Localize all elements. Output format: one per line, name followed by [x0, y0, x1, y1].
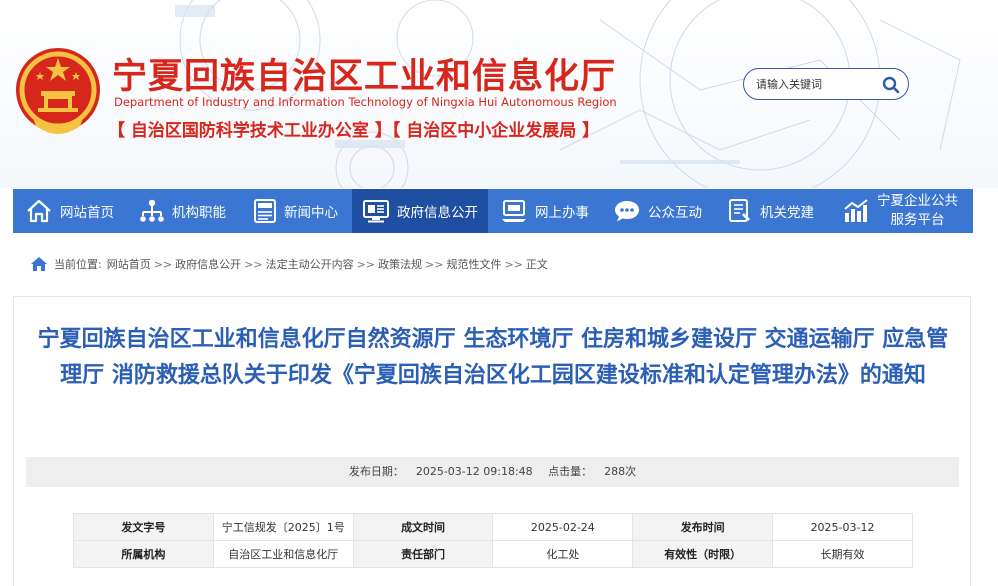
nav-item-online-service[interactable]: 网上办事 [488, 189, 601, 233]
article-title: 宁夏回族自治区工业和信息化厅自然资源厅 生态环境厅 住房和城乡建设厅 交通运输厅… [37, 327, 949, 388]
table-value: 2025-02-24 [492, 513, 634, 541]
document-icon [729, 199, 750, 222]
computer-service-icon [502, 200, 526, 222]
site-sub-orgs: 【 自治区国防科学技术工业办公室 】【 自治区中小企业发展局 】 [108, 121, 600, 141]
click-count: 288次 [604, 465, 637, 478]
breadcrumb-link[interactable]: 法定主动公开内容 [266, 256, 354, 272]
nav-item-label: 宁夏企业公共 服务平台 [877, 192, 958, 230]
nav-item-label: 新闻中心 [284, 205, 338, 221]
breadcrumb-separator: >> [356, 257, 376, 271]
nav-item-home[interactable]: 网站首页 [13, 189, 126, 233]
nav-item-org[interactable]: 机构职能 [126, 189, 239, 233]
table-key: 成文时间 [352, 513, 494, 541]
home-icon [27, 199, 51, 223]
breadcrumb-separator: >> [504, 257, 523, 271]
breadcrumb: 当前位置: 网站首页 >> 政府信息公开 >> 法定主动公开内容 >> 政策法规… [30, 254, 548, 274]
nav-item-label: 机构职能 [172, 205, 226, 221]
breadcrumb-link[interactable]: 网站首页 [107, 256, 151, 272]
nav-item-label: 机关党建 [760, 205, 814, 221]
search-input[interactable] [756, 75, 874, 93]
breadcrumb-prefix: 当前位置: [54, 258, 102, 271]
table-key: 发布时间 [632, 513, 774, 541]
table-value: 长期有效 [772, 540, 913, 568]
nav-item-label-line1: 宁夏企业公共 [877, 193, 958, 209]
bar-chart-icon [844, 199, 868, 222]
nav-item-news[interactable]: 新闻中心 [239, 189, 352, 233]
click-count-group: 点击量： 288次 [548, 465, 636, 478]
nav-item-label: 网上办事 [535, 205, 589, 221]
nav-item-label-line2: 服务平台 [890, 212, 945, 228]
nav-item-label: 政府信息公开 [397, 205, 478, 221]
search-icon[interactable] [882, 76, 900, 94]
breadcrumb-separator: >> [153, 257, 173, 271]
monitor-icon [363, 200, 389, 223]
click-count-label: 点击量： [548, 465, 593, 478]
nav-item-party[interactable]: 机关党建 [714, 189, 827, 233]
breadcrumb-current: 正文 [525, 258, 548, 271]
table-row: 发文字号 宁工信规发〔2025〕1号 成文时间 2025-02-24 发布时间 … [73, 513, 913, 541]
table-value: 2025-03-12 [772, 513, 913, 541]
breadcrumb-link[interactable]: 政府信息公开 [175, 256, 241, 272]
main-nav: 网站首页 机构职能 新闻中心 政府信息公开 网上办事 公众互动 机关党建 宁夏企… [13, 189, 973, 233]
table-key: 有效性（时限） [632, 540, 774, 568]
breadcrumb-separator: >> [244, 257, 263, 271]
home-icon [31, 257, 47, 271]
publish-date-label: 发布日期： [348, 465, 404, 478]
table-value: 自治区工业和信息化厅 [212, 540, 354, 568]
chat-bubble-icon [615, 201, 639, 222]
search-box [743, 68, 909, 100]
nav-item-label: 公众互动 [648, 205, 702, 221]
table-value: 化工处 [492, 540, 634, 568]
breadcrumb-link[interactable]: 规范性文件 [446, 256, 501, 272]
news-icon [254, 199, 276, 223]
site-title-english: Department of Industry and Information T… [114, 95, 617, 109]
nav-item-label: 网站首页 [60, 205, 114, 221]
breadcrumb-separator: >> [425, 257, 444, 271]
site-header: 宁夏回族自治区工业和信息化厅 Department of Industry an… [0, 0, 998, 188]
breadcrumb-link[interactable]: 政策法规 [378, 256, 422, 272]
table-row: 所属机构 自治区工业和信息化厅 责任部门 化工处 有效性（时限） 长期有效 [73, 540, 913, 568]
nav-item-enterprise-platform[interactable]: 宁夏企业公共 服务平台 [827, 189, 973, 233]
nav-item-gov-info[interactable]: 政府信息公开 [352, 189, 488, 233]
org-chart-icon [140, 199, 164, 222]
publish-date-group: 发布日期： 2025-03-12 09:18:48 [349, 465, 533, 478]
site-title: 宁夏回族自治区工业和信息化厅 [112, 57, 617, 97]
national-emblem-icon [16, 48, 100, 134]
table-value: 宁工信规发〔2025〕1号 [212, 513, 354, 541]
table-key: 发文字号 [73, 513, 214, 541]
publish-date: 2025-03-12 09:18:48 [415, 465, 533, 478]
table-key: 责任部门 [352, 540, 494, 568]
table-key: 所属机构 [73, 540, 214, 568]
document-info-table: 发文字号 宁工信规发〔2025〕1号 成文时间 2025-02-24 发布时间 … [73, 513, 913, 568]
article-meta: 发布日期： 2025-03-12 09:18:48 点击量： 288次 [26, 457, 959, 487]
nav-item-interaction[interactable]: 公众互动 [601, 189, 714, 233]
